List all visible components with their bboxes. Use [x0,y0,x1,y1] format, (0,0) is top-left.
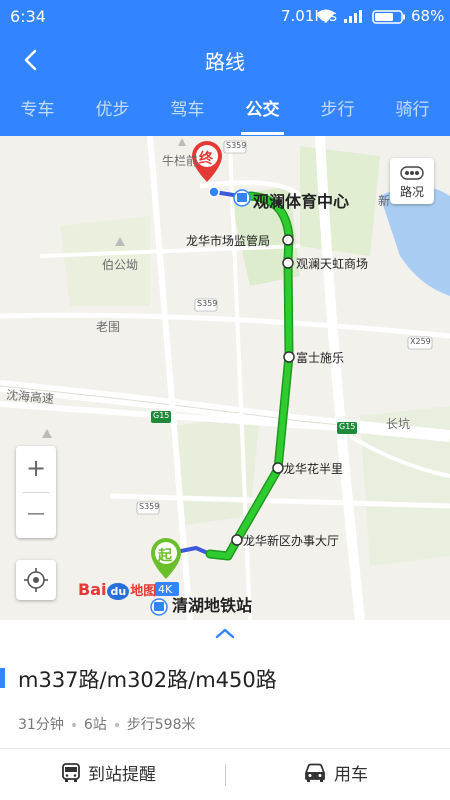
route-panel[interactable]: m337路/m302路/m450路 31分钟 6站 步行598米 到站提醒 用车 [0,620,450,800]
end-marker-label: 终 [199,151,213,167]
status-time: 6:34 [10,7,46,26]
tab-bike[interactable]: 骑行 [375,88,450,136]
stop-label: 观澜天虹商场 [296,257,369,271]
traffic-button[interactable]: 路况 [390,158,434,204]
divider [0,748,450,749]
locate-icon [24,568,48,592]
logo-ditu: 地图 [130,584,157,599]
tab-uber[interactable]: 优步 [75,88,150,136]
battery-icon [372,10,405,24]
road-badge: G15 [153,411,170,420]
mode-tabs: 专车 优步 驾车 公交 步行 骑行 [0,88,450,136]
page-title: 路线 [205,50,245,74]
road-badge: S359 [226,141,247,150]
locate-button[interactable] [16,560,56,600]
traffic-label: 路况 [399,185,424,199]
zoom-in-button[interactable]: + [16,446,56,492]
tab-transit[interactable]: 公交 [225,88,300,136]
traffic-icon [400,166,424,180]
arrival-reminder-label: 到站提醒 [88,765,156,785]
stop-label: 龙华市场监管局 [186,234,271,248]
place-label: 新 [378,194,391,208]
action-separator [225,764,226,786]
road-badge: G15 [339,422,356,431]
header: 路线 [0,34,450,88]
destination-label: 观澜体育中心 [253,192,350,211]
arrival-reminder-button[interactable]: 到站提醒 [62,760,156,790]
stop-label: 龙华新区办事大厅 [243,534,340,548]
road-badge: X259 [410,337,431,346]
ride-hailing-button[interactable]: 用车 [304,760,368,790]
road-badge: S359 [197,299,218,308]
logo-du: du [107,583,130,600]
place-label: 长坑 [386,417,411,431]
route-stops: 6站 [83,717,107,733]
tab-drive[interactable]: 驾车 [150,88,225,136]
meta-dot [71,723,76,727]
origin-label: 清湖地铁站 [172,596,253,615]
chevron-up-icon[interactable] [214,626,236,640]
tab-private-car[interactable]: 专车 [0,88,75,136]
logo-bai: Bai [78,580,107,599]
tab-walk[interactable]: 步行 [300,88,375,136]
route-name: m337路/m302路/m450路 [18,668,277,692]
ride-hailing-label: 用车 [334,765,368,785]
route-duration: 31分钟 [18,717,64,733]
battery-percent: 68% [411,7,445,25]
zoom-out-button[interactable]: — [16,492,56,538]
route-walk: 步行598米 [126,717,196,733]
meta-dot [114,723,119,727]
wifi-icon [317,9,335,23]
map-view[interactable]: 终 起 4K S359 S359 G15 G15 X259 S359 牛栏前 伯… [0,136,450,620]
start-marker-label: 起 [158,548,172,564]
place-label: 牛栏前 [162,154,199,168]
zoom-control: + — [16,446,56,538]
road-badge: S359 [139,502,160,511]
place-label: 伯公坳 [102,258,139,272]
car-icon [305,763,325,782]
route-meta: 31分钟 6站 步行598米 [18,714,195,734]
place-label: 老围 [96,320,121,334]
bus-icon [62,762,80,782]
status-bar: 6:34 7.01K/s 68% [0,0,450,34]
signal-icon [344,10,362,23]
accent-bar [0,668,5,688]
start-badge: 4K [158,583,173,596]
baidu-map-logo: Bai du 地图 [78,580,156,602]
stop-label: 龙华花半里 [283,462,344,476]
stop-label: 富士施乐 [296,351,345,365]
